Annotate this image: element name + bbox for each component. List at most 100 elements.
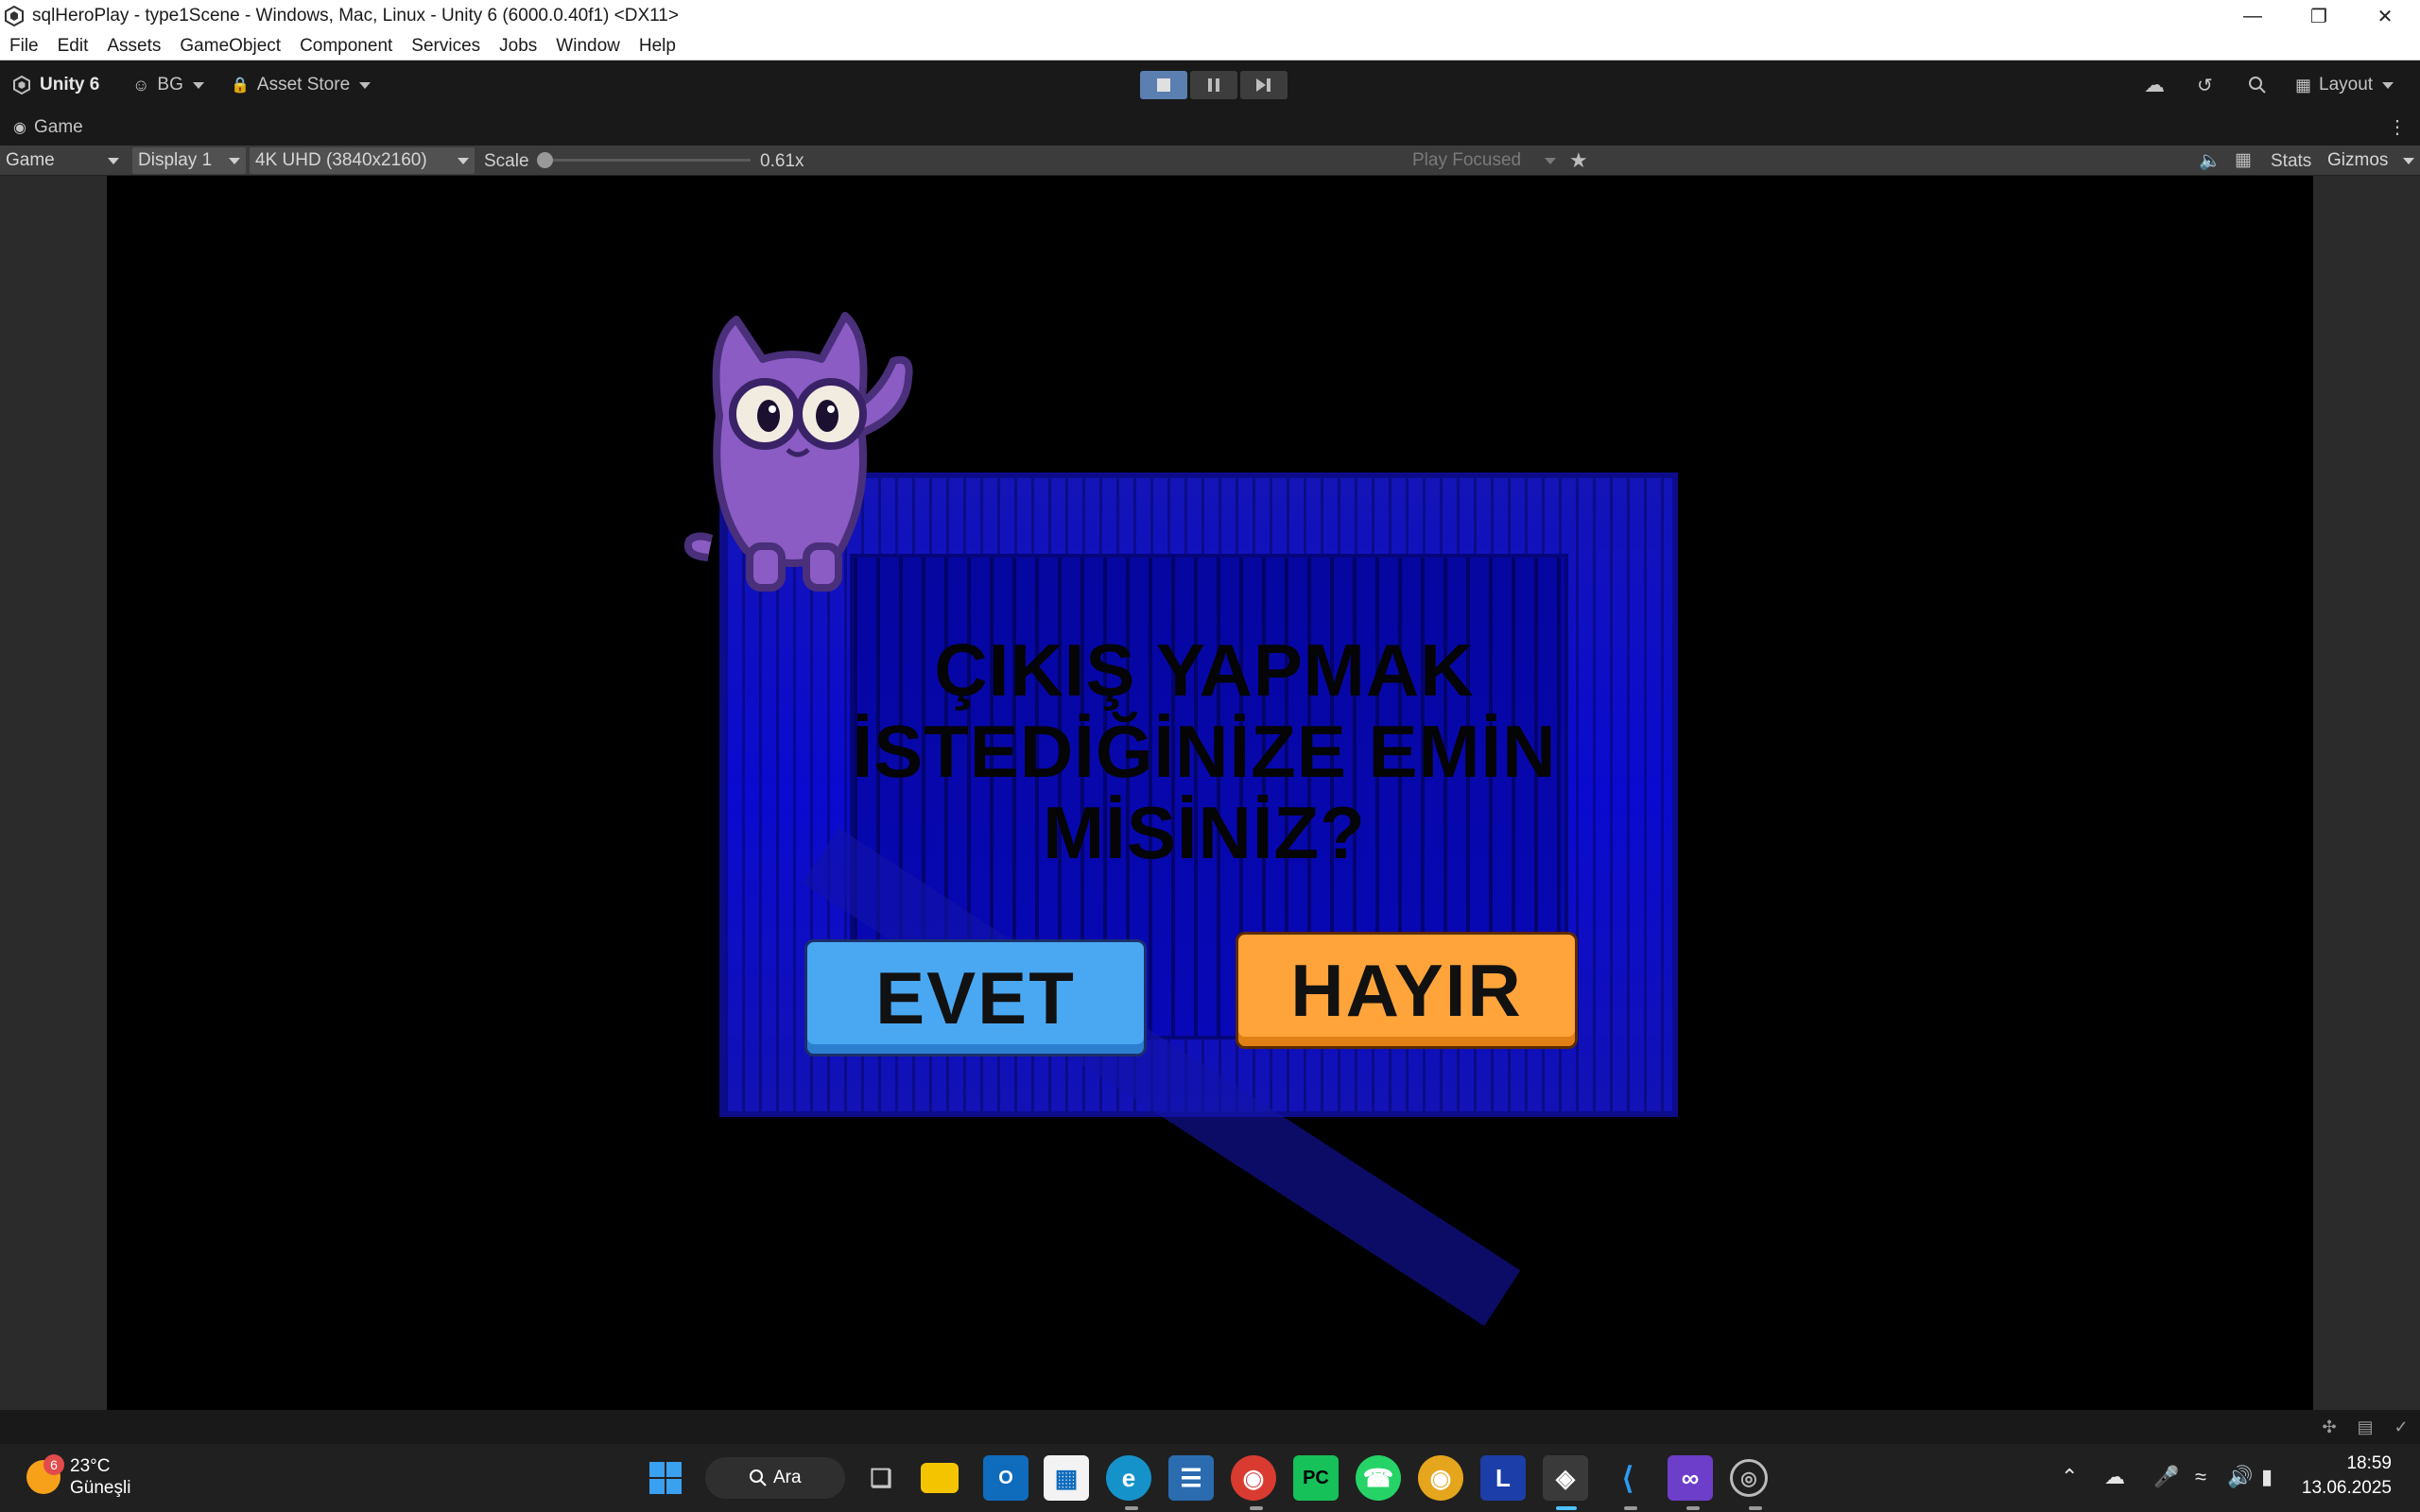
unity-toolbar: Unity 6 ☺ BG 🔒 Asset Store ☁ ↺ ▦ Layout xyxy=(0,60,2420,110)
no-label: HAYIR xyxy=(1290,948,1523,1032)
search-label: Ara xyxy=(773,1468,802,1487)
menu-help[interactable]: Help xyxy=(630,36,685,57)
history-button[interactable]: ↺ xyxy=(2197,71,2213,99)
lock-icon: 🔒 xyxy=(231,77,250,94)
menu-gameobject[interactable]: GameObject xyxy=(170,36,290,57)
no-button[interactable]: HAYIR xyxy=(1236,932,1578,1049)
stop-icon xyxy=(1157,78,1170,92)
window-title: sqlHeroPlay - type1Scene - Windows, Mac,… xyxy=(32,6,679,26)
layout-label: Layout xyxy=(2319,75,2374,94)
grid-icon[interactable]: ▦ xyxy=(2235,149,2252,171)
search-icon xyxy=(750,1469,767,1486)
close-button[interactable]: ✕ xyxy=(2352,0,2418,32)
game-viewport[interactable]: ÇIKIŞ YAPMAK İSTEDİĞİNİZE EMİN MİSİNİZ? … xyxy=(107,176,2313,1410)
battery-icon[interactable]: ▮ xyxy=(2261,1465,2273,1489)
layout-dropdown[interactable]: ▦ Layout xyxy=(2295,71,2394,99)
editor-status-bar: ✣ ▤ ✓ xyxy=(0,1410,2420,1444)
cloud-button[interactable]: ☁ xyxy=(2144,71,2165,99)
unity-cube-icon xyxy=(13,75,30,95)
taskbar-search[interactable]: Ara xyxy=(705,1457,845,1499)
unity-logo-icon xyxy=(5,6,24,26)
menu-file[interactable]: File xyxy=(0,36,48,57)
scale-slider-thumb[interactable] xyxy=(537,152,553,168)
weather-widget[interactable]: 6 23°C Güneşli xyxy=(26,1454,131,1499)
chevron-down-icon xyxy=(458,157,469,164)
minimize-button[interactable]: — xyxy=(2220,0,2286,32)
pause-button[interactable] xyxy=(1190,71,1237,99)
outlook-icon[interactable]: O xyxy=(983,1455,1028,1501)
bug-icon[interactable]: ✣ xyxy=(2320,1418,2339,1436)
chevron-down-icon xyxy=(2403,157,2414,164)
cache-server-icon[interactable]: ▤ xyxy=(2356,1418,2375,1436)
menu-jobs[interactable]: Jobs xyxy=(490,36,546,57)
menu-component[interactable]: Component xyxy=(290,36,402,57)
weather-temp: 23°C xyxy=(70,1456,111,1476)
play-mode-label: Play Focused xyxy=(1412,150,1522,170)
pause-icon xyxy=(1208,78,1219,92)
scale-label: Scale xyxy=(484,151,529,171)
menu-window[interactable]: Window xyxy=(546,36,630,57)
chrome-icon[interactable]: ◉ xyxy=(1231,1455,1276,1501)
dialog-line-2: İSTEDİĞİNİZE EMİN xyxy=(852,710,1557,793)
step-button[interactable] xyxy=(1240,71,1288,99)
menu-edit[interactable]: Edit xyxy=(48,36,98,57)
start-button[interactable] xyxy=(643,1455,688,1501)
menu-assets[interactable]: Assets xyxy=(97,36,170,57)
gizmos-dropdown[interactable]: Gizmos xyxy=(2322,147,2420,174)
file-explorer-icon[interactable] xyxy=(921,1463,959,1493)
game-tab-bar: ◉ Game ⋮ xyxy=(0,110,2420,146)
chevron-down-icon xyxy=(229,157,240,164)
notepad-icon[interactable]: ☰ xyxy=(1168,1455,1214,1501)
restore-button[interactable]: ❐ xyxy=(2286,0,2352,32)
bug-icon[interactable]: ★ xyxy=(1569,148,1588,173)
l-app-icon[interactable]: L xyxy=(1480,1455,1526,1501)
unity-version-label: Unity 6 xyxy=(40,75,100,94)
layout-icon: ▦ xyxy=(2295,75,2312,94)
resolution-label: 4K UHD (3840x2160) xyxy=(255,150,427,170)
microphone-icon[interactable]: 🎤 xyxy=(2153,1465,2179,1489)
stats-button[interactable]: Stats xyxy=(2271,151,2311,172)
display-dropdown[interactable]: Display 1 xyxy=(132,147,246,174)
sun-icon: 6 xyxy=(26,1454,64,1494)
chevron-up-icon[interactable]: ⌃ xyxy=(2061,1465,2078,1489)
obs-icon[interactable]: ◎ xyxy=(1730,1459,1768,1497)
wifi-icon[interactable]: ≈ xyxy=(2195,1465,2206,1489)
account-dropdown[interactable]: ☺ BG xyxy=(132,71,204,99)
menu-services[interactable]: Services xyxy=(402,36,490,57)
pycharm-icon[interactable]: PC xyxy=(1293,1455,1339,1501)
audio-icon[interactable]: 🔈 xyxy=(2199,149,2221,172)
cloud-icon: ☁ xyxy=(2144,73,2165,96)
task-view-icon[interactable]: ❏ xyxy=(858,1455,904,1501)
running-indicator xyxy=(1125,1506,1138,1510)
taskbar-clock[interactable]: 18:59 13.06.2025 xyxy=(2302,1452,2392,1501)
edge-icon[interactable]: e xyxy=(1106,1455,1151,1501)
yes-button[interactable]: EVET xyxy=(804,939,1147,1057)
check-circle-icon[interactable]: ✓ xyxy=(2392,1418,2411,1436)
whatsapp-icon[interactable]: ☎ xyxy=(1356,1455,1401,1501)
visual-studio-icon[interactable]: ∞ xyxy=(1668,1455,1713,1501)
view-mode-dropdown[interactable]: Game xyxy=(0,147,125,174)
tab-game-label: Game xyxy=(33,117,83,137)
running-indicator xyxy=(1686,1506,1700,1510)
more-options-icon[interactable]: ⋮ xyxy=(2388,115,2407,139)
unity-version-button[interactable]: Unity 6 xyxy=(11,71,99,99)
resolution-dropdown[interactable]: 4K UHD (3840x2160) xyxy=(250,147,475,174)
weather-desc: Güneşli xyxy=(70,1478,131,1498)
chevron-down-icon xyxy=(2382,81,2394,89)
speaker-icon[interactable]: 🔊 xyxy=(2227,1465,2253,1489)
asset-store-dropdown[interactable]: 🔒 Asset Store xyxy=(231,71,372,99)
microsoft-store-icon[interactable]: ▦ xyxy=(1044,1455,1089,1501)
chevron-down-icon xyxy=(108,157,119,164)
window-title-bar: sqlHeroPlay - type1Scene - Windows, Mac,… xyxy=(0,0,2420,32)
clock-time: 18:59 xyxy=(2346,1453,2392,1473)
search-button[interactable] xyxy=(2248,71,2267,99)
vscode-icon[interactable]: ⟨ xyxy=(1605,1455,1651,1501)
stop-button[interactable] xyxy=(1140,71,1187,99)
tab-game[interactable]: ◉ Game xyxy=(13,117,83,138)
chrome-profile-icon[interactable]: ◉ xyxy=(1418,1455,1463,1501)
chevron-down-icon xyxy=(192,81,204,89)
onedrive-icon[interactable]: ☁ xyxy=(2104,1465,2125,1489)
play-mode-dropdown[interactable]: Play Focused xyxy=(1407,147,1562,174)
scale-slider-track[interactable] xyxy=(546,159,751,162)
unity-hub-icon[interactable]: ◈ xyxy=(1543,1455,1588,1501)
